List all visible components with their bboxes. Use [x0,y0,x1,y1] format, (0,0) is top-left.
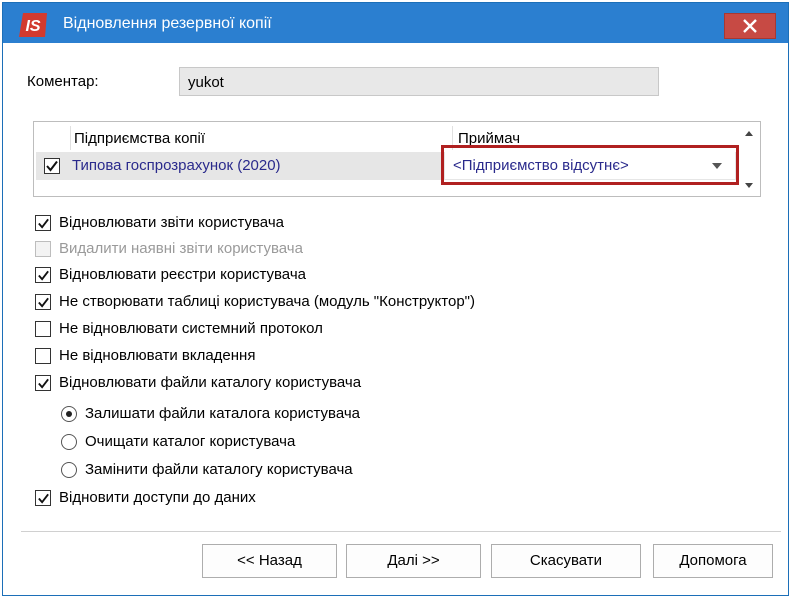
highlight-frame [441,145,739,185]
option-label: Не створювати таблиці користувача (модул… [59,293,475,310]
column-header-company[interactable]: Підприємства копії [74,130,205,147]
checkbox[interactable] [35,348,51,364]
option-label: Відновлювати реєстри користувача [59,266,306,283]
checkbox[interactable] [35,490,51,506]
close-icon [743,19,757,33]
radio-label: Замінити файли каталогу користувача [85,461,353,478]
checkbox[interactable] [35,267,51,283]
check-icon [38,270,49,281]
dialog-window: IS Відновлення резервної копії Коментар:… [2,2,789,596]
option-label: Не відновлювати вкладення [59,347,256,364]
radio-dot [66,411,72,417]
checkbox[interactable] [35,321,51,337]
close-button[interactable] [724,13,776,39]
radio-button[interactable] [61,462,77,478]
option-label: Відновлювати файли каталогу користувача [59,374,362,391]
option-label: Відновити доступи до даних [59,489,256,506]
title-bar[interactable]: IS Відновлення резервної копії [3,3,788,43]
radio-button[interactable] [61,406,77,422]
comment-field[interactable]: yukot [179,67,659,96]
help-button[interactable]: Допомога [653,544,773,578]
check-icon [38,378,49,389]
check-icon [38,493,49,504]
checkbox [35,241,51,257]
window-title: Відновлення резервної копії [63,15,272,32]
check-icon [46,160,58,172]
app-logo-icon: IS [19,13,47,37]
radio-label: Очищати каталог користувача [85,433,296,450]
check-icon [38,218,49,229]
scroll-up-icon[interactable] [740,128,758,140]
option-label: Видалити наявні звіти користувача [59,240,303,257]
svg-text:IS: IS [25,18,40,35]
cancel-button[interactable]: Скасувати [491,544,641,578]
grid-column-divider [70,126,71,150]
option-label: Відновлювати звіти користувача [59,214,284,231]
radio-button[interactable] [61,434,77,450]
radio-label: Залишати файли каталога користувача [85,405,361,422]
checkbox[interactable] [35,294,51,310]
grid-scrollbar[interactable] [740,124,758,194]
row-checkbox[interactable] [44,158,60,174]
option-label: Не відновлювати системний протокол [59,320,323,337]
next-button[interactable]: Далі >> [346,544,481,578]
comment-label: Коментар: [27,73,99,90]
scroll-down-icon[interactable] [740,180,758,192]
footer-divider [21,531,781,532]
checkbox[interactable] [35,215,51,231]
checkbox[interactable] [35,375,51,391]
back-button[interactable]: << Назад [202,544,337,578]
check-icon [38,297,49,308]
row-company-name: Типова госпрозрахунок (2020) [72,157,281,174]
